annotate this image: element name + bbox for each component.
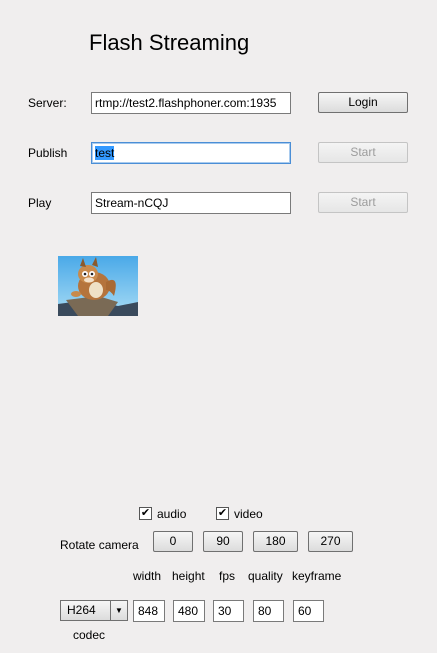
keyframe-header: keyframe	[292, 569, 342, 583]
codec-value: H264	[67, 603, 96, 617]
server-label: Server:	[28, 96, 67, 110]
audio-checkbox[interactable]: ✔	[139, 507, 152, 520]
chevron-down-icon: ▼	[110, 601, 127, 620]
video-checkbox[interactable]: ✔	[216, 507, 229, 520]
publish-label: Publish	[28, 146, 68, 160]
flash-streaming-page: Flash Streaming Server: rtmp://test2.fla…	[0, 0, 437, 653]
play-stream-input[interactable]: Stream-nCQJ	[91, 192, 291, 214]
rotate-270-button[interactable]: 270	[308, 531, 353, 552]
audio-label: audio	[157, 507, 187, 521]
keyframe-input[interactable]: 60	[293, 600, 324, 622]
rotate-0-button[interactable]: 0	[153, 531, 193, 552]
fps-input[interactable]: 30	[213, 600, 244, 622]
fps-header: fps	[219, 569, 236, 583]
video-label: video	[234, 507, 263, 521]
rotate-camera-label: Rotate camera	[60, 538, 139, 552]
rotate-180-button[interactable]: 180	[253, 531, 298, 552]
quality-header: quality	[248, 569, 283, 583]
play-start-button[interactable]: Start	[318, 192, 408, 213]
server-url-input[interactable]: rtmp://test2.flashphoner.com:1935	[91, 92, 291, 114]
rotate-90-button[interactable]: 90	[203, 531, 243, 552]
height-input[interactable]: 480	[173, 600, 205, 622]
quality-input[interactable]: 80	[253, 600, 284, 622]
publish-stream-input[interactable]: test	[91, 142, 291, 164]
height-header: height	[172, 569, 205, 583]
codec-select[interactable]: H264 ▼	[60, 600, 128, 621]
selected-text: test	[95, 146, 115, 160]
publish-start-button[interactable]: Start	[318, 142, 408, 163]
play-label: Play	[28, 196, 52, 210]
page-title: Flash Streaming	[89, 30, 250, 55]
login-button[interactable]: Login	[318, 92, 408, 113]
camera-preview	[58, 256, 138, 316]
width-header: width	[133, 569, 162, 583]
codec-label: codec	[73, 628, 106, 642]
width-input[interactable]: 848	[133, 600, 165, 622]
